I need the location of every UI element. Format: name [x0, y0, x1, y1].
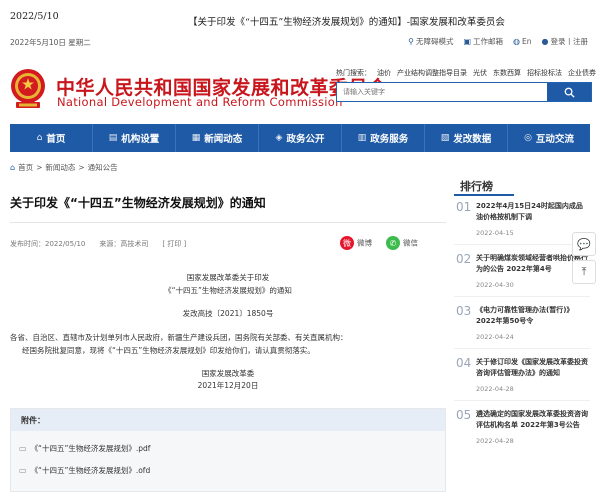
print-date: 2022/5/10: [10, 11, 59, 22]
rank-date: 2022-04-28: [476, 437, 514, 445]
document-number: 发改高技〔2021〕1850号: [182, 309, 274, 318]
print-header: 2022/5/10 【关于印发《“十四五”生物经济发展规划》的通知】-国家发展和…: [0, 0, 600, 28]
rank-number: 05: [456, 408, 472, 422]
home-icon: ⌂: [10, 163, 16, 172]
chat-bubble-button[interactable]: 💬: [572, 232, 596, 256]
attachment-link-ofd[interactable]: ▭ 《“十四五”生物经济发展规划》.ofd: [11, 459, 445, 481]
article-source: 来源：高技术司: [99, 240, 149, 248]
nav-news[interactable]: ▦ 新闻动态: [176, 124, 259, 152]
hot-term[interactable]: 招标投标法: [527, 68, 562, 78]
utility-links: ⚲ 无障碍模式 ▣ 工作邮箱 ◍ En ● 登录丨注册: [408, 36, 588, 47]
attachments-heading: 附件：: [11, 409, 445, 431]
rank-number: 04: [456, 356, 472, 370]
rank-number: 02: [456, 252, 472, 266]
rank-date: 2022-04-30: [476, 281, 514, 289]
hot-search-label: 热门搜索：: [336, 69, 371, 77]
nav-services[interactable]: ▥ 政务服务: [342, 124, 425, 152]
file-icon: ▭: [19, 465, 27, 475]
ranking-panel: 排行榜 01 2022年4月15日24时起国内成品油价格按机制下调 2022-0…: [454, 170, 590, 445]
publish-time: 发布时间：2022/05/10: [10, 240, 86, 248]
rank-number: 01: [456, 200, 472, 214]
work-mail-link[interactable]: ▣ 工作邮箱: [463, 36, 503, 47]
rank-number: 03: [456, 304, 472, 318]
sign-date: 2021年12月20日: [197, 381, 259, 390]
share-wechat[interactable]: ✆ 微信: [386, 236, 418, 250]
rank-title: 《电力可靠性管理办法(暂行)》2022年第50号令: [476, 306, 574, 325]
search-button[interactable]: [547, 83, 591, 101]
chat-bubble-icon: 💬: [577, 237, 591, 251]
print-page-title: 【关于印发《“十四五”生物经济发展规划》的通知】-国家发展和改革委员会: [188, 17, 505, 28]
hot-term[interactable]: 企业债券: [568, 68, 596, 78]
chat-icon: ◎: [524, 133, 532, 143]
issuer-line: 国家发展改革委关于印发: [186, 273, 270, 282]
public-icon: ◈: [275, 133, 283, 143]
rank-date: 2022-04-15: [476, 229, 514, 237]
nav-organization[interactable]: ▤ 机构设置: [93, 124, 176, 152]
search-input[interactable]: [337, 83, 547, 101]
weibo-icon: 微: [340, 236, 354, 250]
title-divider: [10, 222, 446, 223]
mail-icon: ▣: [463, 37, 472, 46]
service-icon: ▥: [357, 133, 367, 143]
article-meta: 发布时间：2022/05/10 来源：高技术司 [ 打印 ]: [10, 239, 186, 249]
globe-icon: ◍: [513, 37, 521, 46]
org-icon: ▤: [108, 133, 118, 143]
nav-data[interactable]: ▧ 发改数据: [425, 124, 508, 152]
breadcrumb: ⌂ 首页 > 新闻动态 > 通知公告: [10, 162, 118, 173]
login-register-link[interactable]: ● 登录丨注册: [542, 36, 588, 47]
hot-term[interactable]: 产业结构调整指导目录: [397, 68, 467, 78]
attachment-link-pdf[interactable]: ▭ 《“十四五”生物经济发展规划》.pdf: [11, 437, 445, 459]
hot-search: 热门搜索： 油价 产业结构调整指导目录 光伏 东数西算 招标投标法 企业债券: [336, 68, 596, 78]
rank-title: 遴选确定的国家发展改革委投资咨询评估机构名单 2022年第3号公告: [476, 410, 588, 429]
user-icon: ●: [541, 37, 549, 46]
rank-title: 2022年4月15日24时起国内成品油价格按机制下调: [476, 202, 583, 221]
nav-public-affairs[interactable]: ◈ 政务公开: [259, 124, 342, 152]
breadcrumb-item[interactable]: 首页: [18, 162, 33, 173]
breadcrumb-item[interactable]: 通知公告: [88, 162, 118, 173]
nav-home[interactable]: ⌂ 首页: [10, 124, 93, 152]
main-nav: ⌂ 首页 ▤ 机构设置 ▦ 新闻动态 ◈ 政务公开 ▥ 政务服务 ▧ 发改数据 ◎ 互动交流: [10, 124, 590, 152]
rank-date: 2022-04-24: [476, 333, 514, 341]
attachments-box: 附件： ▭ 《“十四五”生物经济发展规划》.pdf ▭ 《“十四五”生物经济发展规划…: [10, 408, 446, 492]
wechat-icon: ✆: [386, 236, 400, 250]
utility-bar: 2022年5月10日 星期二 ⚲ 无障碍模式 ▣ 工作邮箱 ◍ En ● 登录丨注册: [0, 33, 600, 51]
rank-date: 2022-04-28: [476, 385, 514, 393]
english-link[interactable]: ◍ En: [513, 37, 531, 46]
ranking-heading: 排行榜: [454, 170, 514, 196]
site-name-en: National Development and Reform Commissi…: [57, 95, 343, 109]
recipients: 各省、自治区、直辖市及计划单列市人民政府，新疆生产建设兵团，国务院有关部委、有关…: [10, 333, 348, 342]
rank-title: 关于修订印发《国家发展改革委投资咨询评估管理办法》的通知: [476, 358, 588, 377]
hot-term[interactable]: 油价: [377, 68, 391, 78]
print-button[interactable]: [ 打印 ]: [162, 239, 186, 249]
national-emblem-icon[interactable]: [8, 67, 48, 111]
nav-interaction[interactable]: ◎ 互动交流: [508, 124, 590, 152]
article-title: 关于印发《“十四五”生物经济发展规划》的通知: [10, 196, 266, 210]
news-icon: ▦: [191, 133, 201, 143]
data-icon: ▧: [440, 133, 450, 143]
current-date: 2022年5月10日 星期二: [10, 38, 91, 47]
back-to-top-icon: ⤒: [581, 265, 587, 278]
share-bar: 微微博 ✆ 微信: [340, 236, 418, 250]
body-text: 经国务院批复同意，现将《“十四五”生物经济发展规划》印发给你们，请认真贯彻落实。: [22, 346, 315, 355]
accessibility-icon: ⚲: [408, 37, 414, 46]
issuer-line: 《“十四五”生物经济发展规划》的通知: [164, 286, 292, 295]
hot-term[interactable]: 光伏: [473, 68, 487, 78]
hot-term[interactable]: 东数西算: [493, 68, 521, 78]
breadcrumb-item[interactable]: 新闻动态: [45, 162, 75, 173]
search-box: [336, 82, 592, 102]
signature: 国家发展改革委: [201, 369, 255, 378]
back-to-top-button[interactable]: ⤒: [572, 260, 596, 284]
accessibility-link[interactable]: ⚲ 无障碍模式: [408, 36, 453, 47]
search-icon: [564, 87, 575, 98]
file-icon: ▭: [19, 443, 27, 453]
share-weibo[interactable]: 微微博: [340, 236, 372, 250]
home-icon: ⌂: [36, 133, 43, 143]
